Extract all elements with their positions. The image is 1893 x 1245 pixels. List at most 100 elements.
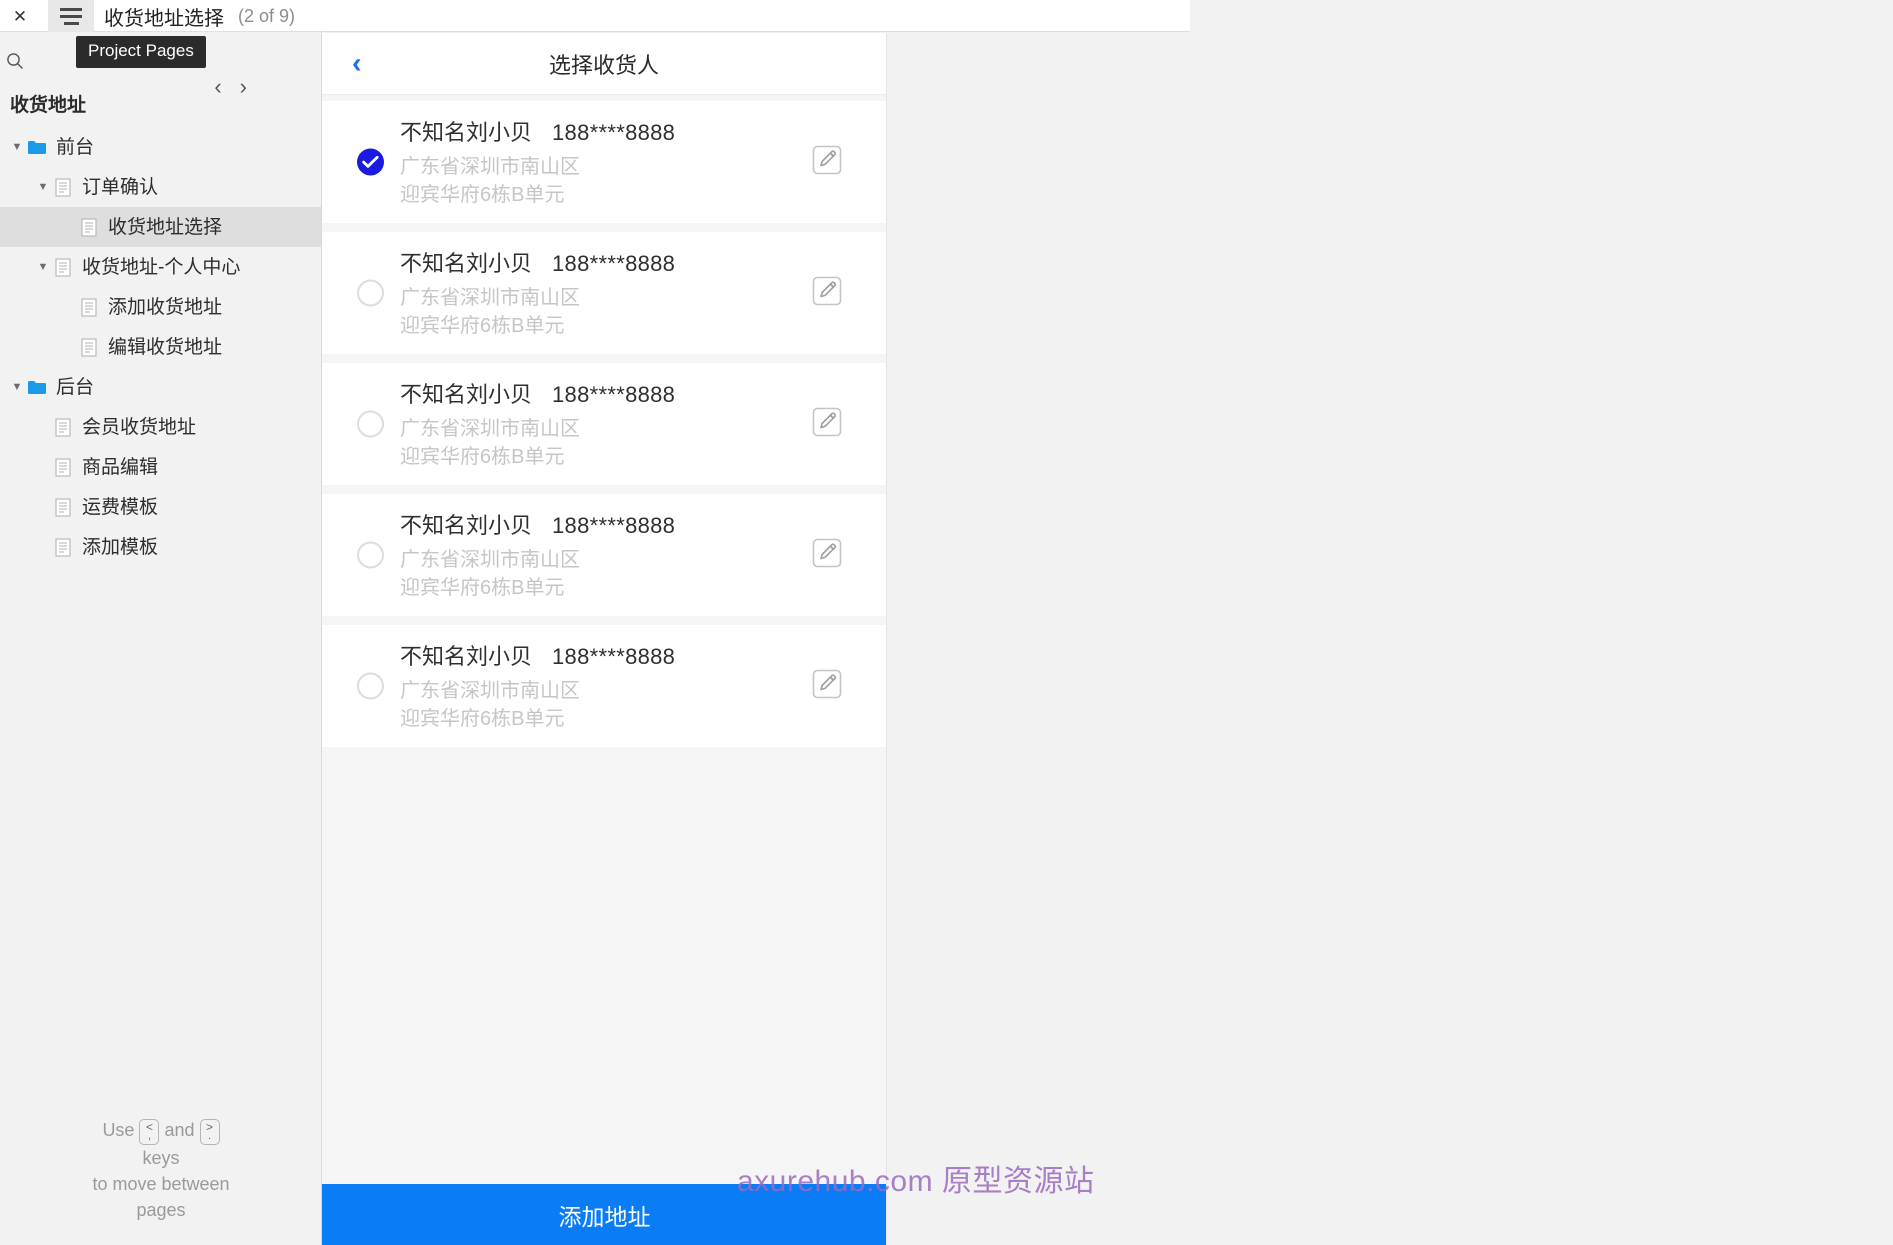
address-line-1: 广东省深圳市南山区 — [400, 679, 580, 702]
recipient-name: 不知名刘小贝 — [400, 512, 533, 538]
sidebar-item-label: 后台 — [56, 376, 95, 398]
sidebar-item-label: 添加收货地址 — [108, 296, 223, 318]
phone-header-title: 选择收货人 — [548, 52, 659, 78]
address-body: 不知名刘小贝 188****8888 广东省深圳市南山区 迎宾华府6栋B单元 — [400, 377, 675, 472]
edit-address-icon[interactable] — [810, 274, 848, 312]
sidebar-item-6[interactable]: ▼ 后台 — [0, 367, 321, 407]
address-line-1: 广东省深圳市南山区 — [400, 286, 580, 309]
next-page-button[interactable]: › — [240, 74, 247, 100]
address-radio[interactable] — [357, 279, 384, 307]
address-line-1: 广东省深圳市南山区 — [400, 417, 580, 440]
close-icon[interactable]: ✕ — [0, 0, 40, 32]
address-contact: 不知名刘小贝 188****8888 — [400, 377, 675, 409]
chevron-down-icon[interactable]: ▼ — [34, 181, 52, 193]
chevron-down-icon[interactable]: ▼ — [8, 141, 26, 153]
sidebar-item-label: 商品编辑 — [82, 456, 159, 478]
sidebar-item-3[interactable]: ▼ 收货地址-个人中心 — [0, 247, 321, 287]
edit-address-icon[interactable] — [810, 143, 848, 181]
address-card[interactable]: 不知名刘小贝 188****8888 广东省深圳市南山区 迎宾华府6栋B单元 — [322, 494, 886, 616]
recipient-phone: 188****8888 — [552, 512, 676, 538]
address-card[interactable]: 不知名刘小贝 188****8888 广东省深圳市南山区 迎宾华府6栋B单元 — [322, 101, 886, 223]
address-line-1: 广东省深圳市南山区 — [400, 155, 580, 178]
page-tree: ▼前台▼订单确认▼收货地址选择▼收货地址-个人中心▼添加收货地址▼编辑收货地址▼… — [0, 127, 321, 567]
chevron-down-icon[interactable]: ▼ — [8, 381, 26, 393]
edit-address-icon[interactable] — [810, 536, 848, 574]
sidebar-item-label: 收货地址选择 — [108, 216, 223, 238]
edit-address-icon[interactable] — [810, 667, 848, 705]
radio-unchecked-icon — [357, 672, 384, 700]
back-chevron-icon[interactable]: ‹ — [352, 49, 362, 78]
page-title: 收货地址选择 — [104, 7, 224, 30]
top-bar: ✕ 收货地址选择 (2 of 9) — [0, 0, 322, 32]
address-card[interactable]: 不知名刘小贝 188****8888 广东省深圳市南山区 迎宾华府6栋B单元 — [322, 625, 886, 747]
sidebar-item-label: 订单确认 — [82, 176, 159, 198]
sidebar-item-1[interactable]: ▼ 订单确认 — [0, 167, 321, 207]
search-icon[interactable] — [0, 46, 30, 76]
sidebar: ‹ › 收货地址 ▼前台▼订单确认▼收货地址选择▼收货地址-个人中心▼添加收货地… — [0, 32, 322, 1245]
add-address-button[interactable]: 添加地址 — [322, 1184, 886, 1245]
recipient-phone: 188****8888 — [552, 381, 676, 407]
address-radio[interactable] — [357, 672, 384, 700]
page-count: (2 of 9) — [238, 5, 296, 26]
page-icon — [78, 297, 100, 317]
sidebar-item-10[interactable]: ▼添加模板 — [0, 527, 321, 567]
help-and: and — [164, 1120, 195, 1141]
address-contact: 不知名刘小贝 188****8888 — [400, 639, 675, 671]
address-card[interactable]: 不知名刘小贝 188****8888 广东省深圳市南山区 迎宾华府6栋B单元 — [322, 363, 886, 485]
tooltip-project-pages: Project Pages — [76, 36, 206, 68]
help-line3: to move between — [92, 1173, 230, 1194]
address-contact: 不知名刘小贝 188****8888 — [400, 246, 675, 278]
chevron-down-icon[interactable]: ▼ — [34, 261, 52, 273]
address-line-2: 迎宾华府6栋B单元 — [400, 577, 565, 599]
recipient-phone: 188****8888 — [552, 250, 676, 276]
sidebar-item-0[interactable]: ▼ 前台 — [0, 127, 321, 167]
help-keys: keys — [142, 1147, 180, 1168]
address-line-2: 迎宾华府6栋B单元 — [400, 708, 565, 730]
address-radio[interactable] — [357, 410, 384, 438]
page-icon — [78, 217, 100, 237]
recipient-name: 不知名刘小贝 — [400, 119, 533, 145]
address-body: 不知名刘小贝 188****8888 广东省深圳市南山区 迎宾华府6栋B单元 — [400, 115, 675, 210]
help-use: Use — [102, 1120, 135, 1141]
address-list: 不知名刘小贝 188****8888 广东省深圳市南山区 迎宾华府6栋B单元 不知名刘小… — [322, 101, 886, 747]
page-icon — [52, 417, 74, 437]
folder-icon — [26, 377, 48, 397]
sidebar-item-5[interactable]: ▼编辑收货地址 — [0, 327, 321, 367]
key-prev: <, — [139, 1118, 160, 1145]
sidebar-item-label: 收货地址-个人中心 — [82, 256, 241, 278]
address-radio[interactable] — [357, 148, 384, 176]
sidebar-item-9[interactable]: ▼运费模板 — [0, 487, 321, 527]
sidebar-item-4[interactable]: ▼添加收货地址 — [0, 287, 321, 327]
recipient-phone: 188****8888 — [552, 643, 676, 669]
folder-icon — [26, 137, 48, 157]
address-line-2: 迎宾华府6栋B单元 — [400, 446, 565, 468]
recipient-name: 不知名刘小贝 — [400, 381, 533, 407]
key-next: >. — [199, 1118, 220, 1145]
address-body: 不知名刘小贝 188****8888 广东省深圳市南山区 迎宾华府6栋B单元 — [400, 639, 675, 734]
address-body: 不知名刘小贝 188****8888 广东省深圳市南山区 迎宾华府6栋B单元 — [400, 246, 675, 341]
address-line-2: 迎宾华府6栋B单元 — [400, 315, 565, 337]
sidebar-item-2[interactable]: ▼收货地址选择 — [0, 207, 321, 247]
address-line-2: 迎宾华府6栋B单元 — [400, 184, 565, 206]
page-icon — [52, 537, 74, 557]
sidebar-item-label: 前台 — [56, 136, 95, 158]
address-radio[interactable] — [357, 541, 384, 569]
prev-page-button[interactable]: ‹ — [214, 74, 221, 100]
sidebar-item-8[interactable]: ▼商品编辑 — [0, 447, 321, 487]
address-card[interactable]: 不知名刘小贝 188****8888 广东省深圳市南山区 迎宾华府6栋B单元 — [322, 232, 886, 354]
recipient-name: 不知名刘小贝 — [400, 250, 533, 276]
address-body: 不知名刘小贝 188****8888 广东省深圳市南山区 迎宾华府6栋B单元 — [400, 508, 675, 603]
phone-header: ‹ 选择收货人 — [322, 33, 886, 95]
page-nav-arrows: ‹ › — [214, 74, 247, 100]
app-window: ✕ 收货地址选择 (2 of 9) Project Pages ‹ › 收货地址… — [0, 0, 1893, 1245]
sidebar-item-7[interactable]: ▼会员收货地址 — [0, 407, 321, 447]
recipient-name: 不知名刘小贝 — [400, 643, 533, 669]
preview-canvas: ‹ 选择收货人 不知名刘小贝 188****8888 广东省深圳市南山区 迎宾华府6栋… — [322, 33, 1893, 1245]
sidebar-item-label: 添加模板 — [82, 536, 159, 558]
radio-unchecked-icon — [357, 410, 384, 438]
sidebar-item-label: 运费模板 — [82, 496, 159, 518]
edit-address-icon[interactable] — [810, 405, 848, 443]
page-icon — [52, 257, 74, 277]
hamburger-icon[interactable] — [48, 0, 94, 32]
radio-unchecked-icon — [357, 541, 384, 569]
